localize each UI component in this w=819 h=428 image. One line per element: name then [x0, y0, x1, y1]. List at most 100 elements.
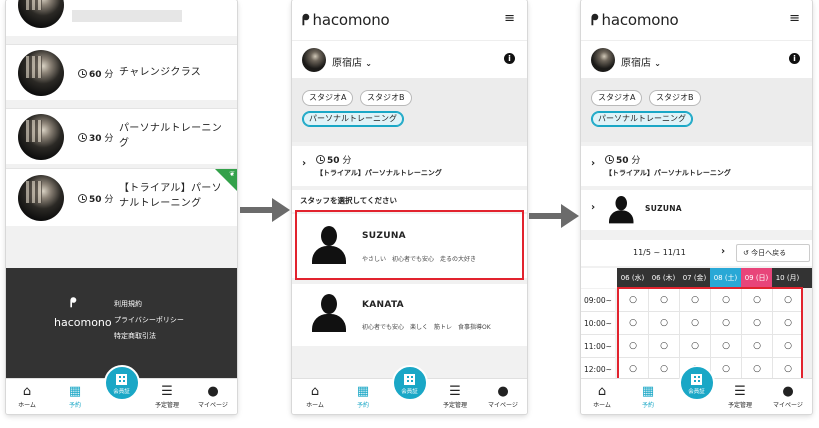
tab-personal-training[interactable]: パーソナルトレーニング — [591, 111, 693, 127]
store-name: 原宿店 ⌄ — [332, 58, 372, 69]
class-row-challenge[interactable]: 60 分 チャレンジクラス — [6, 44, 237, 100]
calendar-icon: ▦ — [641, 384, 655, 399]
calendar-icon: ▦ — [356, 384, 370, 399]
brand-logo[interactable]: ᖰ hacomono — [302, 11, 390, 29]
highlight-box — [617, 287, 803, 383]
nav-schedule[interactable]: ☰ 予定管理 — [438, 384, 472, 410]
hacomono-logo-icon: ᖰ — [302, 11, 310, 29]
selected-class-row[interactable]: › 50 分 【トライアル】パーソナルトレーニング — [581, 146, 812, 186]
flow-arrow-icon — [240, 198, 290, 222]
home-icon: ⌂ — [22, 384, 32, 399]
nav-reserve[interactable]: ▦ 予約 — [631, 384, 665, 410]
selected-class-duration: 50 分 — [605, 153, 640, 166]
nav-mypage[interactable]: ● マイページ — [771, 384, 805, 410]
store-avatar — [302, 48, 326, 72]
tab-studio-a[interactable]: スタジオA — [302, 90, 354, 106]
selected-class-row[interactable]: › 50 分 【トライアル】パーソナルトレーニング — [292, 146, 527, 186]
nav-reserve[interactable]: ▦ 予約 — [346, 384, 380, 410]
nav-home[interactable]: ⌂ ホーム — [298, 385, 332, 410]
today-button[interactable]: ↺ 今日へ戻る — [736, 244, 810, 262]
class-photo — [18, 0, 64, 28]
chevron-right-icon: › — [591, 202, 596, 213]
home-icon: ⌂ — [597, 384, 607, 399]
footer-link-terms[interactable]: 利用規約 — [114, 299, 142, 309]
tab-studio-b[interactable]: スタジオB — [649, 90, 701, 106]
reload-icon: ↺ — [743, 249, 749, 257]
flow-arrow-icon — [529, 204, 579, 228]
selected-staff-name: SUZUNA — [645, 204, 682, 213]
member-card-button[interactable]: 会員証 — [391, 365, 428, 401]
staff-avatar-icon — [609, 196, 634, 224]
footer-link-commerce[interactable]: 特定商取引法 — [114, 331, 156, 341]
staff-tags: 初心者でも安心 楽しく 筋トレ 食事指導OK — [362, 324, 491, 331]
brand-logo[interactable]: ᖰ hacomono — [591, 11, 679, 29]
tab-personal-training[interactable]: パーソナルトレーニング — [302, 111, 404, 127]
day-header: 06 (木) — [648, 268, 679, 288]
week-range: 11/5 ~ 11/11 — [633, 248, 686, 257]
day-header: 07 (金) — [679, 268, 710, 288]
hacomono-logo-icon: ᖰ — [70, 296, 77, 311]
screen-staff-select: ᖰ hacomono ≡ 原宿店 ⌄ i スタジオA スタジオB パーソナルトレー… — [292, 0, 527, 414]
qr-icon — [404, 374, 415, 385]
chevron-right-icon[interactable]: › — [721, 246, 725, 257]
time-label: 10:00~ — [581, 312, 615, 335]
store-selector[interactable]: 原宿店 ⌄ i — [581, 40, 812, 78]
member-card-button[interactable]: 会員証 — [103, 365, 140, 401]
studio-tabs: スタジオA スタジオB パーソナルトレーニング — [292, 78, 527, 142]
chevron-down-icon: ⌄ — [365, 59, 372, 68]
clock-icon — [78, 133, 87, 142]
user-icon: ● — [497, 384, 509, 399]
nav-home[interactable]: ⌂ ホーム — [10, 384, 44, 410]
nav-mypage[interactable]: ● マイページ — [196, 384, 230, 410]
day-header: 06 (水) — [617, 268, 648, 288]
bottom-nav: ⌂ ホーム ▦ 予約 会員証 ☰ 予定管理 ● マイページ — [581, 365, 812, 414]
list-icon: ☰ — [449, 384, 461, 399]
week-navigator: 11/5 ~ 11/11 › ↺ 今日へ戻る — [581, 240, 812, 266]
qr-icon — [116, 374, 127, 385]
class-photo — [18, 175, 64, 221]
time-label: 09:00~ — [581, 289, 615, 312]
nav-reserve[interactable]: ▦ 予約 — [58, 384, 92, 410]
day-header: 1 — [803, 268, 812, 288]
class-name: 【トライアル】パーソナルトレーニング — [119, 183, 222, 209]
clock-icon — [78, 69, 87, 78]
class-photo — [18, 50, 64, 96]
app-header: ᖰ hacomono ≡ — [581, 0, 812, 40]
footer-link-privacy[interactable]: プライバシーポリシー — [114, 315, 184, 325]
nav-mypage[interactable]: ● マイページ — [486, 384, 520, 410]
hacomono-logo-icon: ᖰ — [591, 11, 599, 29]
clock-icon — [78, 194, 87, 203]
clock-icon — [316, 155, 325, 164]
day-header: 09 (日) — [741, 268, 772, 288]
tab-studio-b[interactable]: スタジオB — [360, 90, 412, 106]
tab-studio-a[interactable]: スタジオA — [591, 90, 643, 106]
qr-icon — [691, 374, 702, 385]
user-icon: ● — [782, 384, 794, 399]
footer-brand: hacomono — [54, 316, 112, 329]
placeholder-bar — [72, 10, 182, 22]
calendar-icon: ▦ — [68, 384, 82, 399]
menu-icon[interactable]: ≡ — [504, 11, 515, 26]
clock-icon — [605, 155, 614, 164]
selected-staff-row[interactable]: › SUZUNA — [581, 190, 812, 230]
nav-home[interactable]: ⌂ ホーム — [585, 384, 619, 410]
staff-avatar-icon — [312, 294, 346, 332]
selected-class-duration: 50 分 — [316, 153, 351, 166]
grid-corner — [581, 268, 617, 288]
leaf-icon: ❦ — [229, 170, 235, 178]
nav-schedule[interactable]: ☰ 予定管理 — [150, 385, 184, 410]
member-card-button[interactable]: 会員証 — [678, 365, 715, 401]
bottom-nav: ⌂ ホーム ▦ 予約 会員証 ☰ 予定管理 ● マイページ — [292, 365, 527, 414]
class-row-trial[interactable]: 50 分 【トライアル】パーソナルトレーニング ❦ — [6, 168, 237, 226]
store-selector[interactable]: 原宿店 ⌄ i — [292, 40, 527, 78]
highlight-box — [295, 210, 524, 280]
info-icon[interactable]: i — [504, 53, 515, 64]
nav-schedule[interactable]: ☰ 予定管理 — [723, 385, 757, 410]
selected-class-name: 【トライアル】パーソナルトレーニング — [605, 169, 731, 177]
class-row-personal[interactable]: 30 分 パーソナルトレーニング — [6, 108, 237, 164]
studio-tabs: スタジオA スタジオB パーソナルトレーニング — [581, 78, 812, 142]
info-icon[interactable]: i — [789, 53, 800, 64]
menu-icon[interactable]: ≡ — [789, 11, 800, 26]
staff-card-kanata[interactable]: KANATA 初心者でも安心 楽しく 筋トレ 食事指導OK — [292, 284, 527, 346]
user-icon: ● — [207, 384, 219, 399]
